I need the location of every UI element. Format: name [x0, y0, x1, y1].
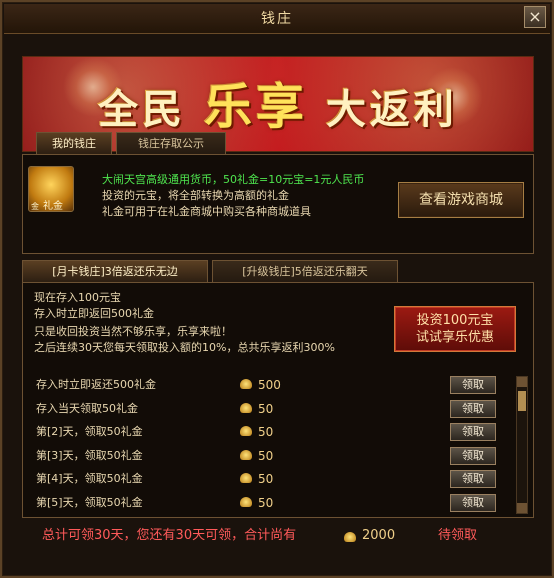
banner-title-right: 大返利: [325, 87, 458, 133]
reward-amount: 500: [258, 378, 281, 392]
bank-window: 钱庄 × 全民 乐享 大返利 我的钱庄 钱庄存取公示 金 礼金 大闹天宫高级通用…: [0, 0, 554, 578]
claim-button[interactable]: 领取: [450, 493, 496, 512]
window-content: 全民 乐享 大返利 我的钱庄 钱庄存取公示 金 礼金 大闹天宫高级通用货币，50…: [14, 42, 544, 572]
reward-row: 存入当天领取50礼金 50 领取: [26, 398, 508, 420]
footer-summary: 总计可领30天，您还有30天可领，合计尚有 2000 待领取: [14, 522, 544, 550]
claim-button[interactable]: 领取: [450, 399, 496, 418]
gold-ingot-icon: 金 礼金: [28, 166, 74, 212]
claim-button[interactable]: 领取: [450, 446, 496, 465]
invest-button[interactable]: 投资100元宝 试试享乐优惠: [394, 306, 516, 352]
reward-row: 第[2]天，领取50礼金 50 领取: [26, 421, 508, 443]
banner-title-mid: 乐享: [203, 79, 308, 135]
footer-text: 总计可领30天，您还有30天可领，合计尚有: [42, 528, 297, 543]
reward-amount: 50: [258, 425, 274, 439]
invest-text-3: 只是收回投资当然不够乐享，乐享来啦！: [34, 325, 232, 338]
gold-coin-icon: [240, 379, 252, 389]
reward-amount: 50: [258, 401, 274, 416]
gold-coin-icon: [240, 473, 252, 483]
reward-row: 第[5]天，领取50礼金 50 领取: [26, 492, 508, 514]
gold-coin-icon: [240, 426, 252, 436]
reward-name: 第[2]天，领取50礼金: [36, 425, 143, 438]
reward-row: 第[4]天，领取50礼金 50 领取: [26, 468, 508, 490]
gold-coin-icon: [240, 402, 252, 413]
view-shop-button[interactable]: 查看游戏商城: [398, 182, 524, 218]
tab-upgrade-bank[interactable]: [升级钱庄]5倍返还乐翻天: [212, 260, 398, 282]
reward-name: 第[4]天，领取50礼金: [36, 472, 143, 485]
banner-title: 全民 乐享 大返利: [23, 67, 533, 137]
reward-name: 存入时立即返还500礼金: [36, 378, 156, 391]
claim-button[interactable]: 领取: [450, 423, 496, 441]
reward-name: 第[3]天，领取50礼金: [36, 448, 143, 462]
gold-icon-sub: 金: [31, 202, 39, 211]
gold-coin-icon: [240, 449, 252, 460]
scroll-up-arrow[interactable]: [517, 377, 527, 387]
reward-amount: 50: [258, 472, 274, 486]
footer-total: 2000: [362, 528, 396, 543]
window-title: 钱庄: [4, 4, 550, 34]
tab-bank-notice[interactable]: 钱庄存取公示: [116, 132, 226, 154]
exchange-desc-2: 礼金可用于在礼金商城中购买各种商城道具: [102, 205, 311, 218]
reward-name: 存入当天领取50礼金: [36, 401, 138, 415]
invest-text-2: 存入时立即返回500礼金: [34, 307, 154, 320]
invest-button-line1: 投资100元宝: [416, 313, 494, 328]
exchange-info: 大闹天宫高级通用货币，50礼金=10元宝=1元人民币 投资的元宝，将全部转换为高…: [102, 172, 392, 220]
reward-scrollbar[interactable]: [516, 376, 528, 514]
invest-button-line2: 试试享乐优惠: [415, 330, 494, 345]
reward-amount: 50: [258, 448, 274, 463]
exchange-desc-1: 投资的元宝，将全部转换为高额的礼金: [102, 189, 289, 202]
scroll-thumb[interactable]: [518, 391, 526, 411]
claim-button[interactable]: 领取: [450, 470, 496, 488]
claim-button[interactable]: 领取: [450, 376, 496, 394]
reward-amount: 50: [258, 495, 274, 510]
invest-text-1: 现在存入100元宝: [34, 291, 121, 304]
footer-status: 待领取: [438, 528, 478, 543]
gold-icon-label: 礼金: [43, 201, 63, 212]
reward-row: 第[3]天，领取50礼金 50 领取: [26, 445, 508, 467]
invest-text-4: 之后连续30天您每天领取投入额的10%，总共乐享返利300%: [34, 341, 335, 354]
reward-name: 第[5]天，领取50礼金: [36, 495, 143, 509]
gold-coin-icon: [240, 496, 252, 507]
close-button[interactable]: ×: [524, 6, 546, 28]
scroll-down-arrow[interactable]: [517, 503, 527, 513]
gold-coin-icon: [344, 532, 356, 542]
tab-monthly-bank[interactable]: [月卡钱庄]3倍返还乐无边: [22, 260, 208, 282]
exchange-rate-text: 大闹天宫高级通用货币，50礼金=10元宝=1元人民币: [102, 173, 365, 186]
banner-title-left: 全民: [98, 87, 187, 133]
reward-row: 存入时立即返还500礼金 500 领取: [26, 374, 508, 396]
tab-my-bank[interactable]: 我的钱庄: [36, 132, 112, 154]
